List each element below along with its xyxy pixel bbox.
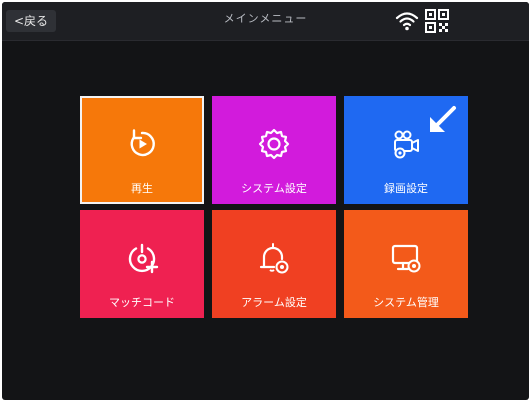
- camera-settings-icon: [388, 126, 424, 162]
- tile-label: システム管理: [373, 296, 439, 309]
- qr-code-icon[interactable]: [425, 9, 449, 33]
- tile-label: 録画設定: [384, 182, 428, 195]
- status-icons: [395, 8, 449, 34]
- gear-icon: [256, 126, 292, 162]
- tile-playback[interactable]: 再生: [80, 96, 204, 204]
- playback-icon: [124, 126, 160, 162]
- tile-label: システム設定: [241, 182, 307, 195]
- menu-grid: 再生 システム設定 録画設定 マッチコード アラーム設定 システム管理: [80, 96, 468, 318]
- tile-label: マッチコード: [109, 296, 175, 309]
- tile-label: 再生: [131, 182, 153, 195]
- tile-alarm-settings[interactable]: アラーム設定: [212, 210, 336, 318]
- header-bar: <戻る メインメニュー: [2, 2, 529, 41]
- tile-system-settings[interactable]: システム設定: [212, 96, 336, 204]
- monitor-settings-icon: [388, 240, 424, 276]
- main-menu-screen: <戻る メインメニュー 再生 システム設定 録画設定 マッチコード アラーム設定…: [2, 2, 529, 400]
- pairing-icon: [124, 240, 160, 276]
- wifi-icon: [395, 10, 419, 32]
- page-title: メインメニュー: [223, 12, 308, 25]
- alarm-bell-icon: [256, 240, 292, 276]
- pointer-arrow-icon: [426, 104, 458, 136]
- tile-match-code[interactable]: マッチコード: [80, 210, 204, 318]
- tile-recording-settings[interactable]: 録画設定: [344, 96, 468, 204]
- tile-system-management[interactable]: システム管理: [344, 210, 468, 318]
- tile-label: アラーム設定: [241, 296, 307, 309]
